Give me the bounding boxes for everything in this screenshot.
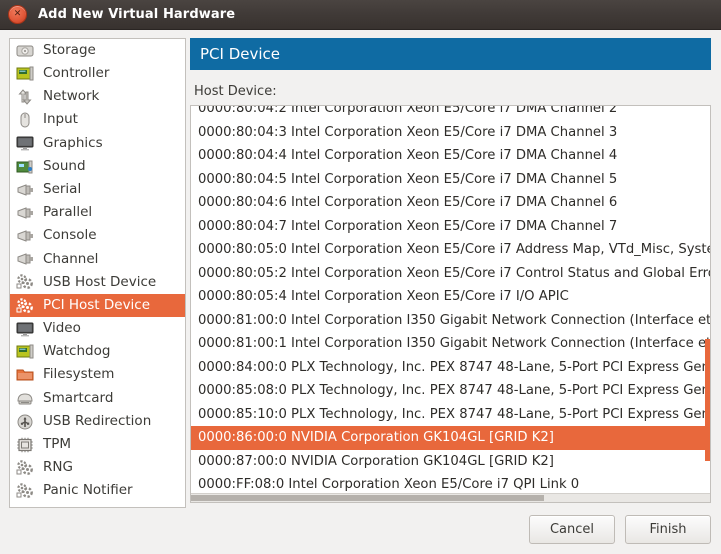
sound-card-icon: [15, 158, 35, 176]
host-device-row[interactable]: 0000:81:00:1 Intel Corporation I350 Giga…: [191, 332, 710, 356]
sidebar-item-sound[interactable]: Sound: [10, 155, 185, 178]
sidebar-item-channel[interactable]: Channel: [10, 248, 185, 271]
host-device-row[interactable]: 0000:FF:08:0 Intel Corporation Xeon E5/C…: [191, 473, 710, 493]
sidebar-item-label: Storage: [43, 41, 96, 58]
host-device-row[interactable]: 0000:80:04:3 Intel Corporation Xeon E5/C…: [191, 121, 710, 145]
folder-icon: [15, 366, 35, 384]
sidebar-item-storage[interactable]: Storage: [10, 39, 185, 62]
host-device-listbox[interactable]: 0000:80:04:2 Intel Corporation Xeon E5/C…: [190, 105, 711, 503]
host-device-row[interactable]: 0000:85:10:0 PLX Technology, Inc. PEX 87…: [191, 403, 710, 427]
sidebar-item-graphics[interactable]: Graphics: [10, 132, 185, 155]
sidebar-item-label: PCI Host Device: [43, 296, 151, 313]
window-title: Add New Virtual Hardware: [38, 7, 236, 22]
sidebar-item-video[interactable]: Video: [10, 317, 185, 340]
sidebar-item-label: Console: [43, 227, 97, 244]
sidebar-item-label: Input: [43, 111, 78, 128]
sidebar-item-label: Parallel: [43, 204, 93, 221]
smartcard-icon: [15, 389, 35, 407]
sidebar-item-label: Graphics: [43, 134, 103, 151]
hard-disk-icon: [15, 42, 35, 60]
dialog-body: Storage Controller Network Input Graphics Sou…: [0, 30, 721, 554]
sidebar-item-label: Network: [43, 88, 100, 105]
sidebar-item-parallel[interactable]: Parallel: [10, 201, 185, 224]
sidebar-item-pci-host-device[interactable]: PCI Host Device: [10, 294, 185, 318]
hardware-category-list[interactable]: Storage Controller Network Input Graphics Sou…: [9, 38, 186, 508]
horizontal-scrollbar[interactable]: [191, 493, 710, 502]
host-device-row[interactable]: 0000:80:04:5 Intel Corporation Xeon E5/C…: [191, 168, 710, 192]
sidebar-item-label: USB Redirection: [43, 412, 152, 429]
host-device-row[interactable]: 0000:85:08:0 PLX Technology, Inc. PEX 87…: [191, 379, 710, 403]
sidebar-item-label: Serial: [43, 180, 82, 197]
sidebar-item-label: TPM: [43, 436, 72, 453]
host-device-row[interactable]: 0000:84:00:0 PLX Technology, Inc. PEX 87…: [191, 356, 710, 380]
gears-icon: [15, 297, 35, 315]
panel-header: PCI Device: [190, 38, 711, 70]
host-device-row[interactable]: 0000:86:00:0 NVIDIA Corporation GK104GL …: [191, 426, 710, 450]
gears-icon: [15, 482, 35, 500]
sidebar-item-controller[interactable]: Controller: [10, 62, 185, 85]
sidebar-item-serial[interactable]: Serial: [10, 178, 185, 201]
host-device-row[interactable]: 0000:81:00:0 Intel Corporation I350 Giga…: [191, 309, 710, 333]
sidebar-item-label: RNG: [43, 459, 73, 476]
sidebar-item-label: Sound: [43, 157, 86, 174]
dialog-actions: Cancel Finish: [529, 515, 711, 544]
host-device-row[interactable]: 0000:80:04:6 Intel Corporation Xeon E5/C…: [191, 191, 710, 215]
sidebar-item-label: Channel: [43, 250, 99, 267]
pci-card-icon: [15, 343, 35, 361]
vertical-scrollbar-thumb[interactable]: [705, 339, 710, 461]
cancel-button[interactable]: Cancel: [529, 515, 615, 544]
plug-icon: [15, 227, 35, 245]
sidebar-item-usb-host-device[interactable]: USB Host Device: [10, 271, 185, 294]
sidebar-item-label: Controller: [43, 65, 110, 82]
sidebar-item-input[interactable]: Input: [10, 109, 185, 132]
pci-card-icon: [15, 65, 35, 83]
sidebar-item-smartcard[interactable]: Smartcard: [10, 387, 185, 410]
titlebar: ✕ Add New Virtual Hardware: [0, 0, 721, 30]
horizontal-scrollbar-thumb[interactable]: [191, 495, 544, 501]
gears-icon: [15, 459, 35, 477]
sidebar-item-usb-redirection[interactable]: USB Redirection: [10, 410, 185, 433]
close-icon[interactable]: ✕: [8, 5, 27, 24]
sidebar-item-console[interactable]: Console: [10, 225, 185, 248]
sidebar-item-network[interactable]: Network: [10, 85, 185, 108]
usb-icon: [15, 413, 35, 431]
host-device-list[interactable]: 0000:80:04:2 Intel Corporation Xeon E5/C…: [191, 106, 710, 493]
network-arrows-icon: [15, 88, 35, 106]
add-hardware-dialog: ✕ Add New Virtual Hardware Storage Contro…: [0, 0, 721, 554]
mouse-icon: [15, 111, 35, 129]
host-device-row[interactable]: 0000:87:00:0 NVIDIA Corporation GK104GL …: [191, 450, 710, 474]
sidebar-item-label: Smartcard: [43, 389, 114, 406]
sidebar-item-label: Panic Notifier: [43, 482, 133, 499]
host-device-row[interactable]: 0000:80:04:2 Intel Corporation Xeon E5/C…: [191, 106, 710, 121]
sidebar-item-filesystem[interactable]: Filesystem: [10, 364, 185, 387]
sidebar-item-label: Watchdog: [43, 343, 111, 360]
sidebar-item-panic-notifier[interactable]: Panic Notifier: [10, 480, 185, 503]
chip-icon: [15, 436, 35, 454]
sidebar-item-tpm[interactable]: TPM: [10, 433, 185, 456]
host-device-label: Host Device:: [194, 84, 277, 99]
sidebar-item-label: Video: [43, 320, 81, 337]
plug-icon: [15, 181, 35, 199]
finish-button[interactable]: Finish: [625, 515, 711, 544]
sidebar-item-label: USB Host Device: [43, 273, 157, 290]
plug-icon: [15, 250, 35, 268]
host-device-row[interactable]: 0000:80:05:2 Intel Corporation Xeon E5/C…: [191, 262, 710, 286]
sidebar-item-label: Filesystem: [43, 366, 115, 383]
host-device-row[interactable]: 0000:80:05:4 Intel Corporation Xeon E5/C…: [191, 285, 710, 309]
sidebar-item-rng[interactable]: RNG: [10, 456, 185, 479]
vertical-scrollbar[interactable]: [705, 107, 710, 492]
host-device-row[interactable]: 0000:80:05:0 Intel Corporation Xeon E5/C…: [191, 238, 710, 262]
monitor-icon: [15, 320, 35, 338]
host-device-row[interactable]: 0000:80:04:4 Intel Corporation Xeon E5/C…: [191, 144, 710, 168]
host-device-row[interactable]: 0000:80:04:7 Intel Corporation Xeon E5/C…: [191, 215, 710, 239]
monitor-icon: [15, 134, 35, 152]
gears-icon: [15, 273, 35, 291]
sidebar-item-watchdog[interactable]: Watchdog: [10, 340, 185, 363]
device-panel: PCI Device Host Device: 0000:80:04:2 Int…: [190, 38, 711, 554]
plug-icon: [15, 204, 35, 222]
